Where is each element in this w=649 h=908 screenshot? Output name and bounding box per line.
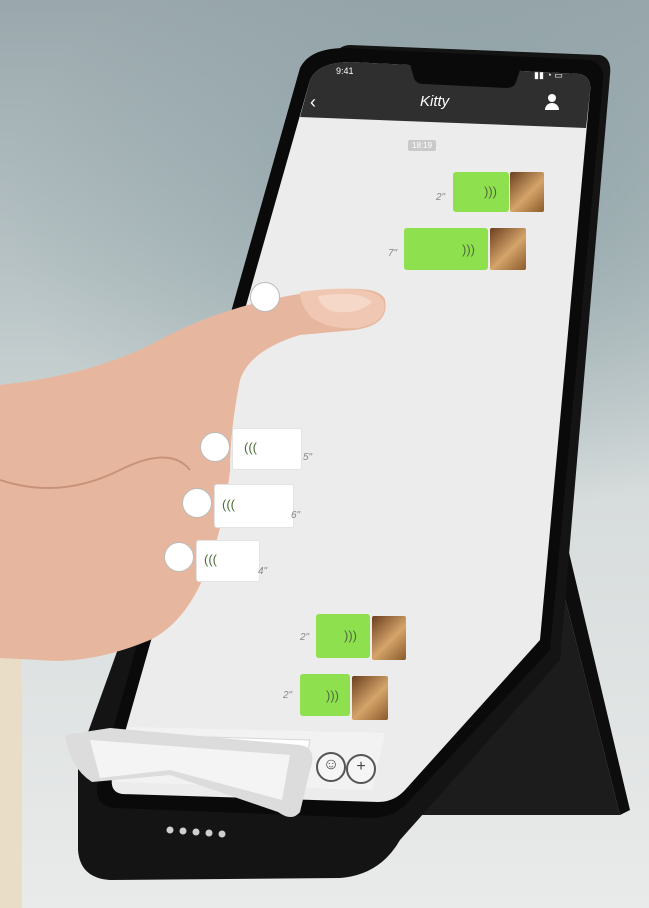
voice-message-bubble[interactable] xyxy=(316,614,370,658)
plus-icon[interactable]: + xyxy=(346,754,376,784)
emoji-icon[interactable]: ☺ xyxy=(316,752,346,782)
voice-wave-icon: ))) xyxy=(484,184,497,199)
voice-message-bubble[interactable] xyxy=(453,172,509,212)
voice-duration: 2" xyxy=(436,192,446,203)
chat-title: Kitty xyxy=(420,93,450,110)
voice-message-bubble[interactable] xyxy=(404,228,488,270)
avatar[interactable] xyxy=(352,676,388,720)
signal-battery-icons: ▮▮ ◔ ▭ xyxy=(534,70,563,80)
contact-avatar[interactable] xyxy=(250,282,280,312)
voice-duration: 2" xyxy=(300,632,310,643)
contact-avatar[interactable] xyxy=(182,488,212,518)
avatar[interactable] xyxy=(490,228,526,270)
voice-message-bubble[interactable] xyxy=(232,428,302,470)
profile-icon[interactable] xyxy=(545,94,559,110)
voice-wave-icon: ))) xyxy=(344,628,357,643)
voice-wave-icon: ))) xyxy=(462,242,475,257)
voice-message-bubble[interactable] xyxy=(300,674,350,716)
avatar[interactable] xyxy=(510,172,544,212)
voice-duration: 6" xyxy=(291,510,301,521)
contact-avatar[interactable] xyxy=(164,542,194,572)
voice-wave-icon: ((( xyxy=(222,497,235,512)
voice-wave-icon: ))) xyxy=(326,688,339,703)
voice-duration: 2" xyxy=(283,690,293,701)
timestamp-chip: 18:19 xyxy=(408,140,437,151)
voice-wave-icon: ((( xyxy=(204,552,217,567)
voice-duration: 4" xyxy=(258,566,268,577)
contact-avatar[interactable] xyxy=(200,432,230,462)
voice-duration: 5" xyxy=(303,452,313,463)
voice-duration: 7" xyxy=(388,248,398,259)
avatar[interactable] xyxy=(372,616,406,660)
voice-wave-icon: ((( xyxy=(244,440,257,455)
status-time: 9:41 xyxy=(336,66,354,76)
back-chevron-icon[interactable]: ‹ xyxy=(310,92,316,113)
